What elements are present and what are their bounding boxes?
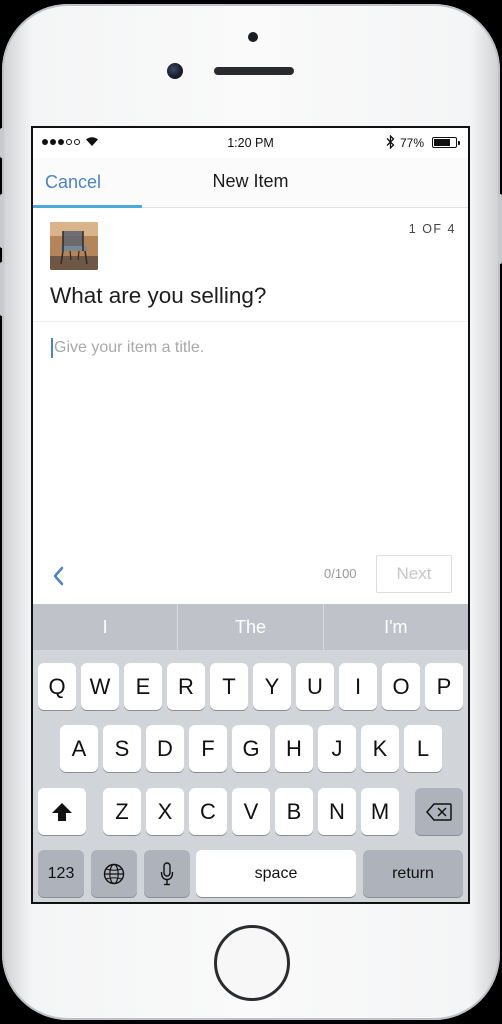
key-t[interactable]: T	[210, 663, 248, 710]
key-g[interactable]: G	[232, 725, 270, 772]
delete-key[interactable]	[415, 788, 463, 835]
volume-up-button	[0, 194, 4, 248]
key-x[interactable]: X	[146, 788, 184, 835]
globe-icon	[103, 863, 125, 884]
shift-key[interactable]	[38, 788, 86, 835]
key-f[interactable]: F	[189, 725, 227, 772]
next-button[interactable]: Next	[376, 555, 452, 593]
item-title-input[interactable]	[50, 336, 450, 360]
dictation-key[interactable]	[144, 850, 190, 897]
form-question: What are you selling?	[50, 283, 267, 308]
earpiece-speaker	[214, 67, 294, 75]
predictive-text-bar: I The I'm	[33, 604, 468, 650]
key-n[interactable]: N	[318, 788, 356, 835]
suggestion-item[interactable]: I	[33, 604, 179, 650]
item-photo-thumbnail[interactable]	[50, 222, 98, 270]
content-divider	[33, 321, 468, 322]
bluetooth-icon	[386, 135, 395, 149]
home-button[interactable]	[214, 925, 290, 1001]
return-key[interactable]: return	[363, 850, 463, 897]
backspace-icon	[426, 802, 452, 821]
key-v[interactable]: V	[232, 788, 270, 835]
key-q[interactable]: Q	[38, 663, 76, 710]
key-k[interactable]: K	[361, 725, 399, 772]
navigation-bar: Cancel New Item	[33, 158, 468, 208]
key-p[interactable]: P	[425, 663, 463, 710]
key-r[interactable]: R	[167, 663, 205, 710]
key-b[interactable]: B	[275, 788, 313, 835]
key-o[interactable]: O	[382, 663, 420, 710]
mute-switch	[0, 128, 4, 158]
key-s[interactable]: S	[103, 725, 141, 772]
on-screen-keyboard: I The I'm Q W E R T Y U I O P A S D F G …	[33, 604, 468, 902]
step-progress-bar	[33, 205, 142, 208]
key-j[interactable]: J	[318, 725, 356, 772]
suggestion-item[interactable]: The	[178, 604, 324, 650]
battery-icon	[432, 137, 460, 148]
key-z[interactable]: Z	[103, 788, 141, 835]
key-i[interactable]: I	[339, 663, 377, 710]
proximity-sensor	[248, 32, 258, 42]
character-count: 0/100	[324, 566, 357, 581]
page-title: New Item	[212, 171, 289, 191]
key-y[interactable]: Y	[253, 663, 291, 710]
phone-screen: 1:20 PM 77% Cancel New Item 1 OF 4 What …	[31, 126, 470, 904]
step-counter: 1 OF 4	[408, 222, 456, 236]
power-button	[498, 194, 502, 264]
key-l[interactable]: L	[404, 725, 442, 772]
globe-key[interactable]	[91, 850, 137, 897]
shift-arrow-icon	[52, 802, 72, 821]
microphone-icon	[160, 861, 174, 885]
key-w[interactable]: W	[81, 663, 119, 710]
back-chevron-icon[interactable]	[51, 565, 67, 587]
front-camera	[167, 63, 183, 79]
status-bar: 1:20 PM 77%	[33, 128, 468, 158]
space-key[interactable]: space	[196, 850, 356, 897]
key-u[interactable]: U	[296, 663, 334, 710]
battery-percentage: 77%	[400, 136, 425, 150]
key-d[interactable]: D	[146, 725, 184, 772]
key-c[interactable]: C	[189, 788, 227, 835]
numbers-key[interactable]: 123	[38, 850, 84, 897]
chair-photo-icon	[50, 222, 98, 270]
text-caret	[51, 338, 53, 358]
key-e[interactable]: E	[124, 663, 162, 710]
key-m[interactable]: M	[361, 788, 399, 835]
volume-down-button	[0, 262, 4, 316]
suggestion-item[interactable]: I'm	[324, 604, 468, 650]
key-h[interactable]: H	[275, 725, 313, 772]
key-a[interactable]: A	[60, 725, 98, 772]
